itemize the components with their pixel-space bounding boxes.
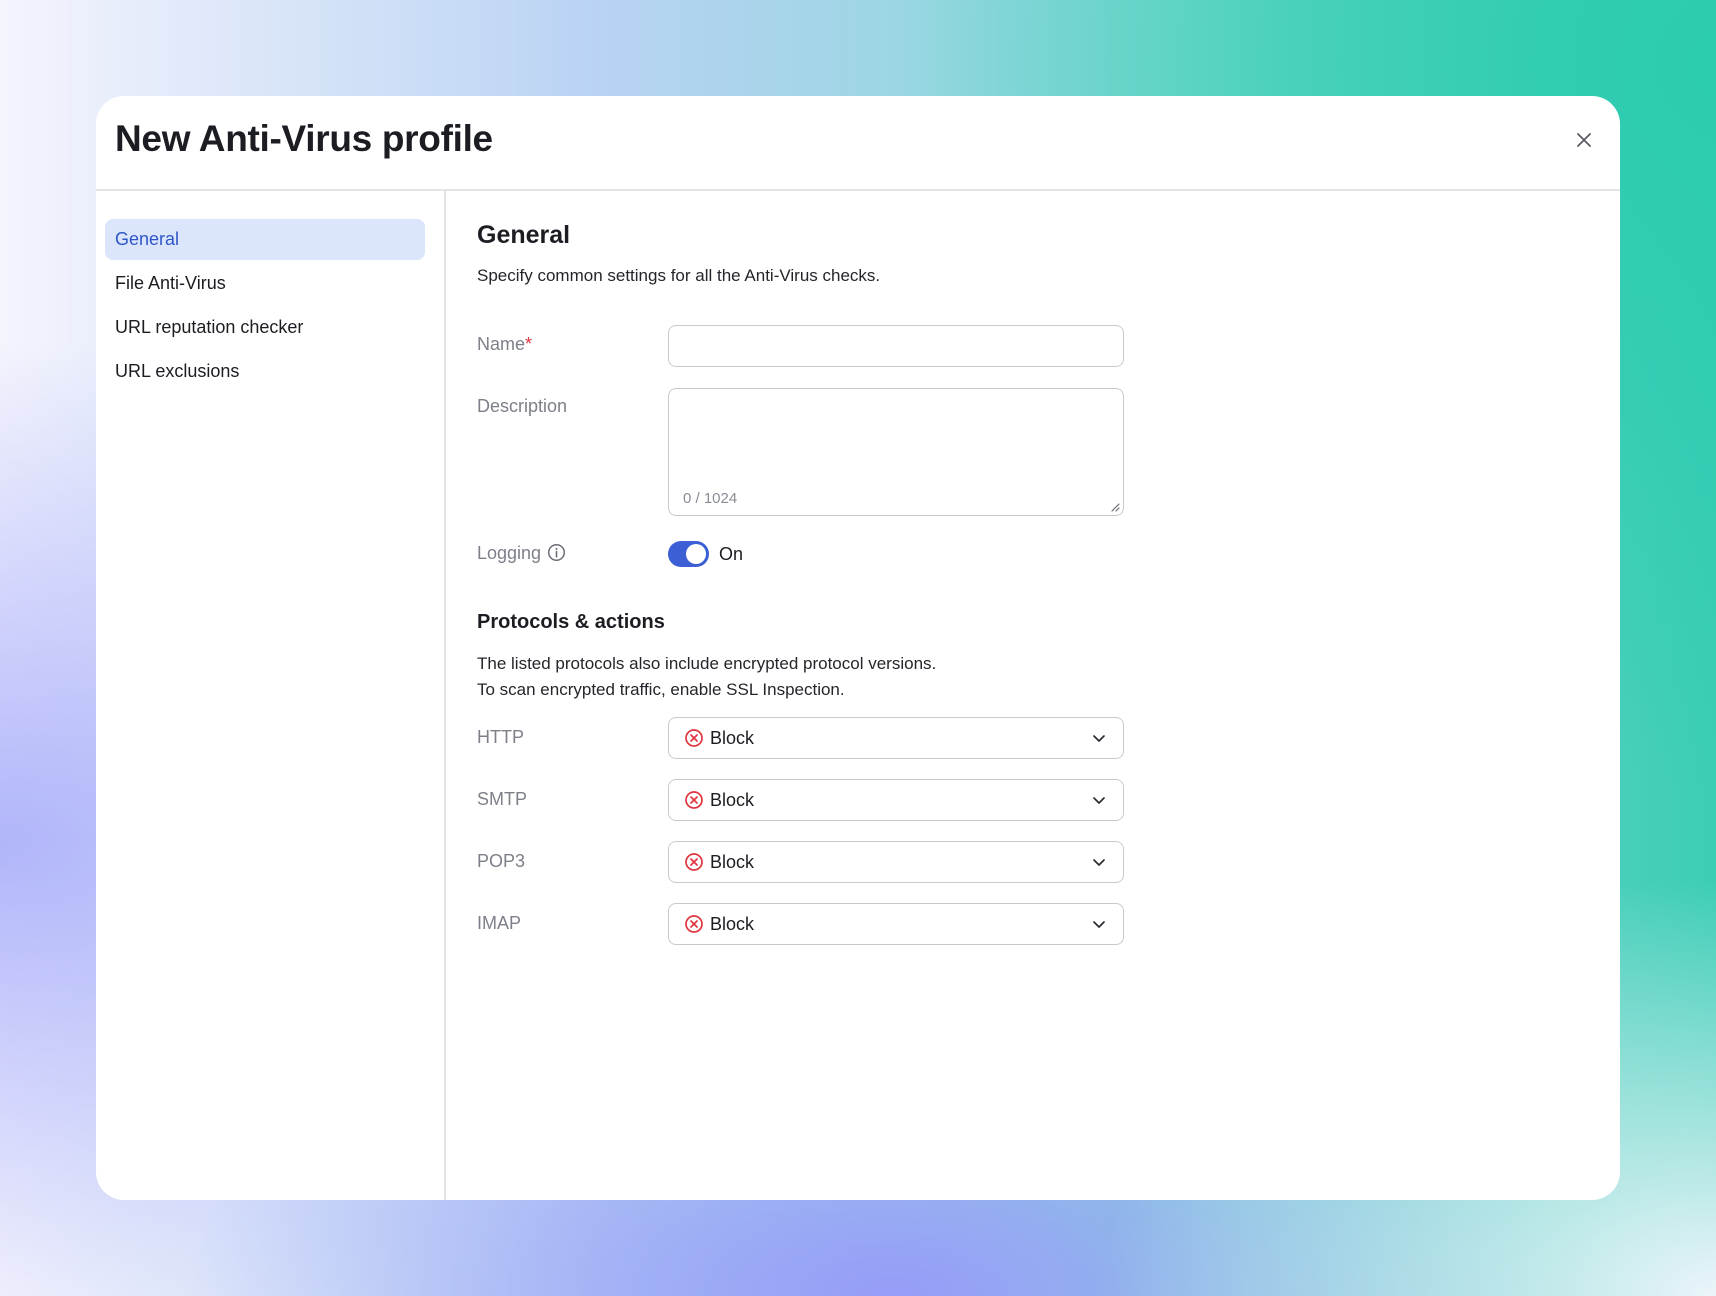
protocols-description-line-2: To scan encrypted traffic, enable SSL In… (477, 680, 845, 699)
chevron-down-icon (1091, 916, 1107, 932)
name-label: Name* (477, 334, 532, 355)
resize-handle-icon[interactable] (1108, 500, 1120, 512)
chevron-down-icon (1091, 854, 1107, 870)
pop3-action-value: Block (710, 851, 755, 872)
description-textarea[interactable] (669, 389, 1123, 479)
protocols-description-line-1: The listed protocols also include encryp… (477, 654, 937, 673)
protocol-label-http: HTTP (477, 727, 524, 747)
block-icon (684, 790, 704, 810)
chevron-down-icon (1091, 792, 1107, 808)
dialog-title: New Anti-Virus profile (115, 118, 493, 159)
logging-label: Logging (477, 543, 566, 564)
required-marker: * (525, 334, 533, 354)
dialog-header: New Anti-Virus profile (96, 96, 1620, 191)
imap-action-value: Block (710, 913, 755, 934)
description-field[interactable]: 0 / 1024 (668, 388, 1124, 516)
http-action-select[interactable]: Block (668, 717, 1124, 759)
protocol-label-pop3: POP3 (477, 851, 526, 871)
new-antivirus-profile-dialog: New Anti-Virus profile General File Anti… (96, 96, 1620, 1200)
logging-state-label: On (719, 544, 744, 564)
info-icon[interactable] (547, 543, 566, 562)
block-icon (684, 852, 704, 872)
protocol-label-imap: IMAP (477, 913, 522, 933)
block-icon (684, 728, 704, 748)
close-icon (1577, 133, 1591, 147)
dialog-body: General File Anti-Virus URL reputation c… (96, 191, 1620, 1200)
sidebar-item-general[interactable]: General (105, 219, 425, 260)
http-action-value: Block (710, 727, 755, 748)
sidebar-item-url-exclusions[interactable]: URL exclusions (105, 351, 425, 392)
pop3-action-select[interactable]: Block (668, 841, 1124, 883)
toggle-knob (686, 544, 706, 564)
sidebar-item-url-reputation-checker[interactable]: URL reputation checker (105, 307, 425, 348)
main-content: General Specify common settings for all … (446, 191, 1620, 1200)
name-field[interactable] (668, 325, 1124, 367)
logging-toggle[interactable] (668, 541, 709, 567)
section-title: General (477, 221, 571, 249)
sidebar-item-file-anti-virus[interactable]: File Anti-Virus (105, 263, 425, 304)
protocols-title: Protocols & actions (477, 611, 665, 633)
protocol-label-smtp: SMTP (477, 789, 528, 809)
close-button[interactable] (1570, 126, 1598, 154)
logging-label-text: Logging (477, 543, 542, 563)
chevron-down-icon (1091, 730, 1107, 746)
imap-action-select[interactable]: Block (668, 903, 1124, 945)
description-label: Description (477, 396, 568, 416)
sidebar: General File Anti-Virus URL reputation c… (96, 191, 446, 1200)
block-icon (684, 914, 704, 934)
name-input[interactable] (669, 326, 1123, 366)
smtp-action-select[interactable]: Block (668, 779, 1124, 821)
char-counter: 0 / 1024 (683, 490, 738, 507)
section-description: Specify common settings for all the Anti… (477, 266, 881, 285)
name-label-text: Name (477, 334, 526, 354)
smtp-action-value: Block (710, 789, 755, 810)
protocols-description: The listed protocols also include encryp… (477, 651, 936, 703)
